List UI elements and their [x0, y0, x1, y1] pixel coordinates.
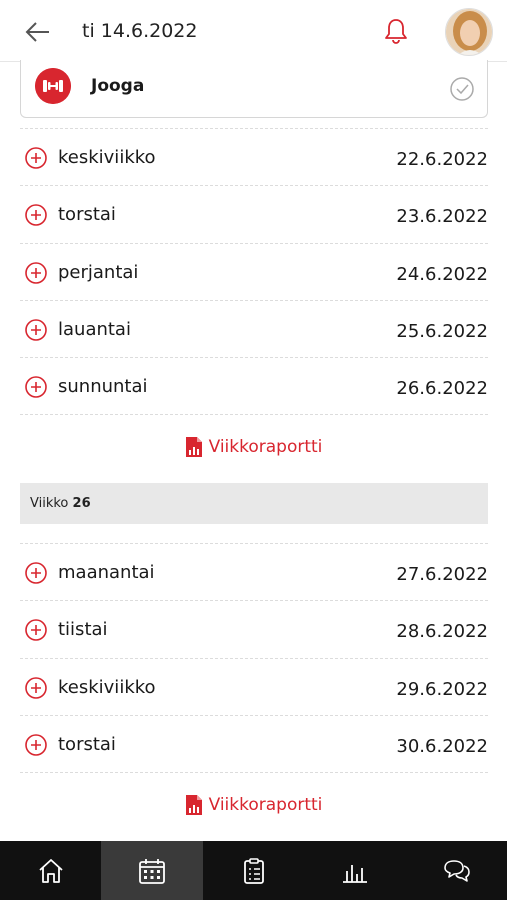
add-circle-icon[interactable] [24, 203, 48, 227]
day-row-28-6[interactable]: tiistai 28.6.2022 [20, 601, 488, 659]
week-report-label: Viikkoraportti [208, 437, 323, 457]
week-header: Viikko 26 [20, 483, 488, 524]
add-circle-icon[interactable] [24, 676, 48, 700]
app-header: ti 14.6.2022 [0, 0, 507, 62]
week-prefix: Viikko [30, 496, 69, 511]
home-icon [39, 859, 63, 883]
check-circle-icon[interactable] [449, 76, 475, 102]
day-name: torstai [58, 733, 116, 755]
day-name: torstai [58, 204, 116, 226]
chat-icon [443, 860, 470, 882]
tab-home[interactable] [0, 841, 101, 900]
day-name: maanantai [58, 562, 155, 583]
page-title: ti 14.6.2022 [82, 20, 198, 42]
day-date: 30.6.2022 [396, 735, 488, 757]
arrow-left-icon[interactable] [22, 18, 52, 46]
day-list-week-26: maanantai 27.6.2022 tiistai 28.6.2022 ke… [20, 543, 488, 774]
day-name: tiistai [58, 619, 108, 641]
day-date: 29.6.2022 [396, 678, 488, 700]
day-row-23-6[interactable]: torstai 23.6.2022 [20, 186, 488, 244]
day-date: 24.6.2022 [396, 263, 488, 285]
tab-statistics[interactable] [304, 841, 405, 900]
activity-label: Jooga [91, 76, 145, 96]
report-document-icon [185, 437, 202, 457]
day-row-27-6[interactable]: maanantai 27.6.2022 [20, 544, 488, 602]
day-date: 27.6.2022 [396, 564, 488, 585]
add-circle-icon[interactable] [24, 375, 48, 399]
day-date: 26.6.2022 [396, 378, 488, 400]
calendar-icon [139, 859, 166, 884]
activity-card[interactable]: Jooga [20, 60, 488, 118]
day-name: keskiviikko [58, 676, 156, 698]
add-circle-icon[interactable] [24, 261, 48, 285]
day-name: perjantai [58, 261, 139, 283]
bottom-tab-bar [0, 841, 507, 900]
week-number: 26 [72, 496, 91, 511]
bell-icon[interactable] [383, 17, 409, 45]
day-date: 25.6.2022 [396, 320, 488, 342]
clipboard-icon [243, 858, 264, 884]
day-row-24-6[interactable]: perjantai 24.6.2022 [20, 244, 488, 301]
report-document-icon [185, 795, 202, 815]
add-circle-icon[interactable] [24, 733, 48, 757]
day-name: lauantai [58, 318, 131, 340]
add-circle-icon[interactable] [24, 146, 48, 170]
day-row-26-6[interactable]: sunnuntai 26.6.2022 [20, 358, 488, 416]
day-name: keskiviikko [58, 147, 156, 168]
chart-icon [343, 865, 368, 883]
tab-messages[interactable] [406, 841, 507, 900]
tab-clipboard[interactable] [203, 841, 304, 900]
day-row-30-6[interactable]: torstai 30.6.2022 [20, 716, 488, 774]
add-circle-icon[interactable] [24, 618, 48, 642]
day-date: 22.6.2022 [396, 149, 488, 170]
day-row-25-6[interactable]: lauantai 25.6.2022 [20, 301, 488, 359]
dumbbell-icon [35, 68, 71, 104]
day-date: 23.6.2022 [396, 206, 488, 228]
add-circle-icon[interactable] [24, 561, 48, 585]
add-circle-icon[interactable] [24, 318, 48, 342]
day-name: sunnuntai [58, 376, 148, 398]
week-report-link[interactable]: Viikkoraportti [0, 436, 507, 466]
day-row-29-6[interactable]: keskiviikko 29.6.2022 [20, 659, 488, 716]
week-report-link[interactable]: Viikkoraportti [0, 794, 507, 824]
week-report-label: Viikkoraportti [208, 795, 323, 815]
day-row-22-6[interactable]: keskiviikko 22.6.2022 [20, 129, 488, 187]
day-list-week-25: keskiviikko 22.6.2022 torstai 23.6.2022 … [20, 128, 488, 416]
avatar[interactable] [445, 8, 493, 56]
day-date: 28.6.2022 [396, 621, 488, 643]
tab-calendar[interactable] [101, 841, 203, 900]
